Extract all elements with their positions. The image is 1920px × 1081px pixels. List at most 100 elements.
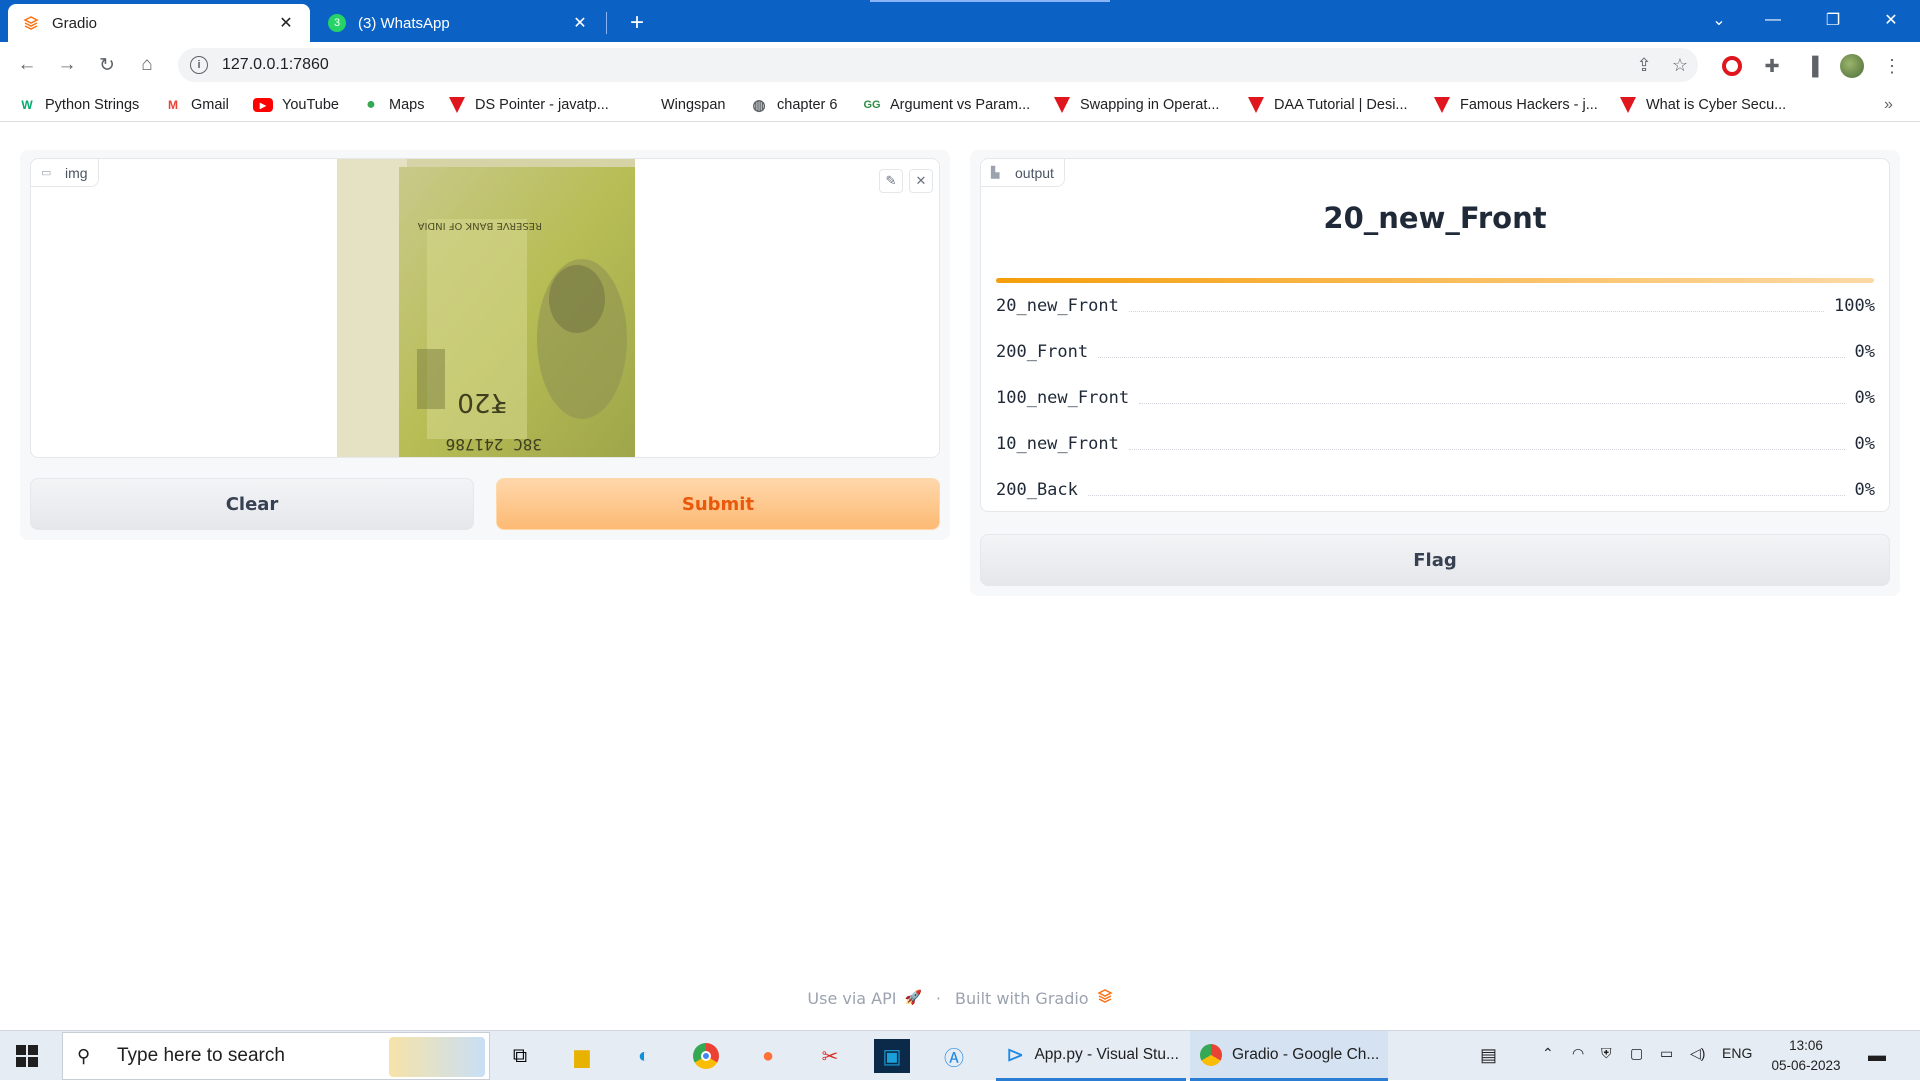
label-output-block: ▙ output 20_new_Front 20_new_Front 100% … <box>980 158 1890 512</box>
gradio-logo-icon <box>1096 988 1113 1008</box>
gradio-footer: Use via API 🚀 · Built with Gradio <box>0 986 1920 1010</box>
remove-image-close-icon[interactable]: ✕ <box>909 169 933 193</box>
tab-close-icon[interactable]: ✕ <box>570 13 590 33</box>
bookmark-label: chapter 6 <box>777 97 838 113</box>
taskbar-app-vscode[interactable]: ⊳ App.py - Visual Stu... <box>996 1031 1186 1081</box>
taskbar-app-chrome[interactable]: Gradio - Google Ch... <box>1190 1031 1388 1081</box>
bookmarks-overflow-chevron-icon[interactable]: » <box>1884 94 1893 116</box>
windows-start-icon[interactable] <box>16 1045 38 1067</box>
bookmark-daa-tutorial[interactable]: DAA Tutorial | Desi... <box>1247 94 1408 116</box>
system-clock[interactable]: 13:06 05-06-2023 <box>1756 1036 1856 1076</box>
confidence-row[interactable]: 20_new_Front 100% <box>996 295 1875 317</box>
bookmark-cyber-security[interactable]: What is Cyber Secu... <box>1619 94 1786 116</box>
edit-pencil-icon[interactable]: ✎ <box>879 169 903 193</box>
back-arrow-icon[interactable]: ← <box>12 50 42 80</box>
confidence-value: 0% <box>1854 434 1875 454</box>
clear-button[interactable]: Clear <box>30 478 474 530</box>
confidence-row[interactable]: 10_new_Front 0% <box>996 433 1875 455</box>
battery-icon[interactable]: ▭ <box>1660 1045 1673 1062</box>
chrome-taskbar-icon[interactable] <box>688 1039 724 1073</box>
bookmark-swapping[interactable]: Swapping in Operat... <box>1053 94 1219 116</box>
taskbar-search-box[interactable]: ⚲ Type here to search <box>62 1032 490 1080</box>
tab-search-chevron-icon[interactable]: ⌄ <box>1696 0 1742 40</box>
security-shield-icon[interactable]: ⛨ <box>1601 1045 1612 1062</box>
notifications-icon[interactable]: ▬ <box>1868 1045 1886 1066</box>
gradio-favicon-icon <box>22 14 40 32</box>
bookmark-label: Gmail <box>191 97 229 113</box>
firefox-icon[interactable]: ● <box>750 1039 786 1073</box>
svg-text:38C 241786: 38C 241786 <box>446 435 542 454</box>
bookmark-wingspan[interactable]: Wingspan <box>634 94 725 116</box>
bookmark-label: Python Strings <box>45 97 140 113</box>
confidence-label: 100_new_Front <box>996 388 1130 408</box>
language-indicator[interactable]: ENG <box>1722 1045 1752 1061</box>
home-icon[interactable]: ⌂ <box>132 50 162 80</box>
address-bar[interactable]: i 127.0.0.1:7860 ⇪ ☆ <box>178 48 1698 82</box>
confidence-row[interactable]: 200_Back 0% <box>996 479 1875 501</box>
tab-close-icon[interactable]: ✕ <box>276 13 296 33</box>
bookmark-python-strings[interactable]: W Python Strings <box>18 94 139 116</box>
store-app-icon[interactable]: ▣ <box>874 1039 910 1073</box>
flag-button[interactable]: Flag <box>980 534 1890 586</box>
side-panel-icon[interactable]: ▐ <box>1798 52 1826 80</box>
bookmark-maps[interactable]: ● Maps <box>362 94 424 116</box>
bookmark-star-icon[interactable]: ☆ <box>1662 55 1698 76</box>
tab-separator <box>606 12 607 34</box>
site-info-icon[interactable]: i <box>190 56 208 74</box>
footer-separator: · <box>935 988 942 1008</box>
volume-icon[interactable]: ◁) <box>1690 1045 1705 1062</box>
extensions-puzzle-icon[interactable]: ✚ <box>1758 52 1786 80</box>
confidence-row[interactable]: 100_new_Front 0% <box>996 387 1875 409</box>
globe-icon: ◍ <box>752 97 766 114</box>
minimize-button[interactable]: — <box>1750 0 1796 40</box>
url-text[interactable]: 127.0.0.1:7860 <box>222 56 1626 74</box>
submit-button[interactable]: Submit <box>496 478 940 530</box>
built-with-gradio-link[interactable]: Built with Gradio <box>955 989 1089 1008</box>
top-confidence-bar <box>996 278 1874 283</box>
menu-kebab-icon[interactable]: ⋮ <box>1878 52 1906 80</box>
edge-browser-icon[interactable]: ◐ <box>626 1039 662 1073</box>
svg-text:₹20: ₹20 <box>457 387 507 417</box>
bookmark-label: Famous Hackers - j... <box>1460 97 1598 113</box>
image-input-label-text: img <box>65 164 88 181</box>
gmail-icon: M <box>168 98 178 112</box>
confidence-label: 20_new_Front <box>996 296 1119 316</box>
clock-date: 05-06-2023 <box>1771 1058 1841 1073</box>
news-widget-icon[interactable]: ▤ <box>1480 1045 1497 1066</box>
wifi-icon[interactable]: ◠ <box>1572 1045 1584 1062</box>
bookmark-argument-vs-param[interactable]: GG Argument vs Param... <box>863 94 1030 116</box>
top-prediction: 20_new_Front <box>1323 201 1547 235</box>
image-input-block[interactable]: ▭ img RESERVE BANK OF INDIA ₹20 38C 2417… <box>30 158 940 458</box>
meet-now-icon[interactable]: ▢ <box>1630 1045 1643 1062</box>
bookmark-ds-pointer[interactable]: DS Pointer - javatp... <box>448 94 609 116</box>
opera-extension-icon[interactable] <box>1718 52 1746 80</box>
use-via-api-link[interactable]: Use via API <box>807 989 896 1008</box>
show-hidden-icons-chevron-icon[interactable]: ⌃ <box>1542 1045 1554 1062</box>
restore-button[interactable]: ❐ <box>1810 0 1856 40</box>
bookmark-gmail[interactable]: M Gmail <box>164 94 229 116</box>
close-window-button[interactable]: ✕ <box>1868 0 1914 40</box>
forward-arrow-icon[interactable]: → <box>52 50 82 80</box>
confidence-row[interactable]: 200_Front 0% <box>996 341 1875 363</box>
image-input-label: ▭ img <box>31 159 99 187</box>
chrome-icon <box>1200 1043 1222 1066</box>
output-label-text: output <box>1015 164 1054 181</box>
youtube-icon: ▶ <box>253 98 273 112</box>
file-explorer-icon[interactable]: ▆ <box>564 1039 600 1073</box>
share-icon[interactable]: ⇪ <box>1626 55 1662 76</box>
reload-icon[interactable]: ↻ <box>92 50 122 80</box>
bookmark-label: Maps <box>389 97 425 113</box>
bookmark-label: What is Cyber Secu... <box>1646 97 1787 113</box>
task-view-icon[interactable]: ⧉ <box>502 1039 538 1073</box>
bookmark-chapter-6[interactable]: ◍ chapter 6 <box>750 94 837 116</box>
new-tab-button[interactable]: + <box>622 8 652 38</box>
bookmark-famous-hackers[interactable]: Famous Hackers - j... <box>1433 94 1598 116</box>
windows-taskbar: ⚲ Type here to search ⧉ ▆ ◐ ● ✂ ▣ Ⓐ ⊳ Ap… <box>0 1030 1920 1081</box>
tab-whatsapp[interactable]: 3 (3) WhatsApp ✕ <box>314 4 604 42</box>
app-store-a-icon[interactable]: Ⓐ <box>936 1039 972 1073</box>
tab-gradio[interactable]: Gradio ✕ <box>8 4 310 42</box>
svg-text:RESERVE BANK OF INDIA: RESERVE BANK OF INDIA <box>418 220 542 231</box>
profile-avatar[interactable] <box>1838 52 1866 80</box>
snipping-tool-icon[interactable]: ✂ <box>812 1039 848 1073</box>
bookmark-youtube[interactable]: ▶ YouTube <box>253 94 339 116</box>
